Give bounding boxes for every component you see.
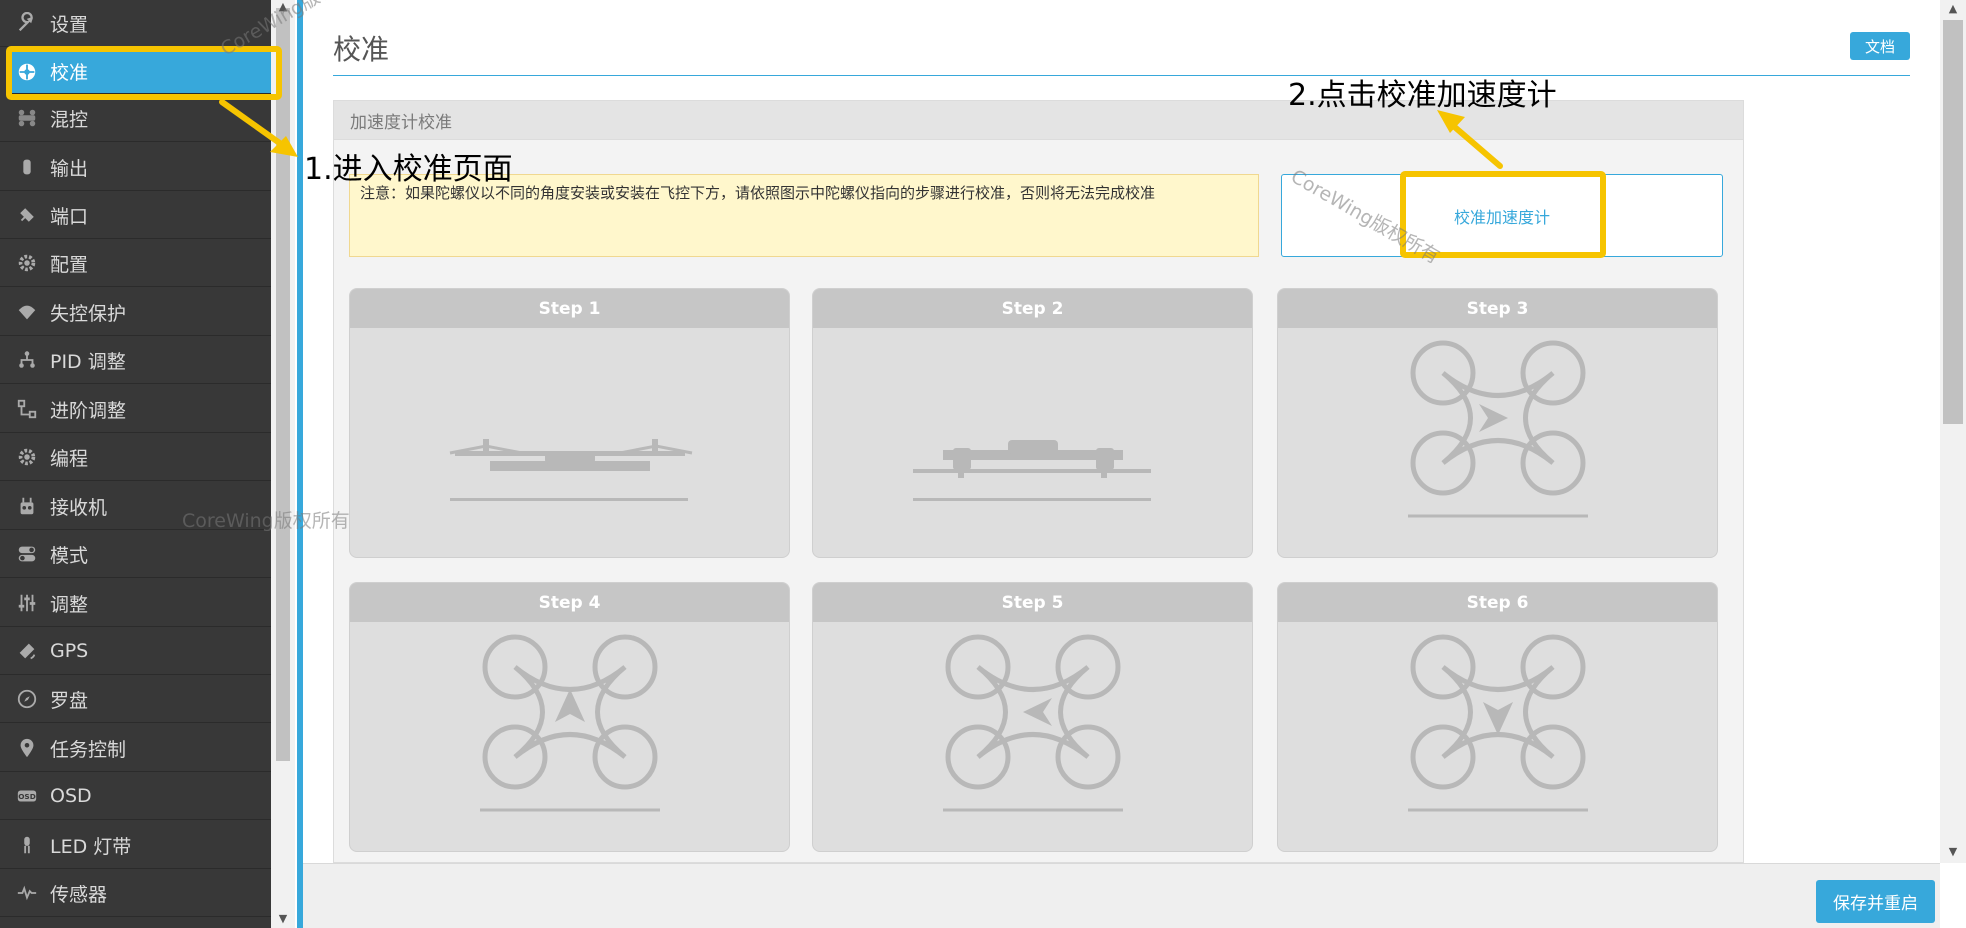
- page-title: 校准: [333, 33, 390, 66]
- scroll-down-arrow-icon[interactable]: ▼: [276, 912, 290, 925]
- wiki-button[interactable]: 文档: [1850, 32, 1910, 60]
- sidebar-item-16[interactable]: 任务控制: [0, 725, 271, 772]
- sidebar-scrollbar-thumb[interactable]: [276, 8, 290, 761]
- step-title: Step 6: [1278, 583, 1717, 622]
- sidebar-item-label: OSD: [50, 785, 92, 807]
- compass-icon: [14, 686, 40, 712]
- gear-icon: [14, 444, 40, 470]
- calibration-step-3: Step 3: [1277, 288, 1718, 558]
- sidebar-item-label: 编程: [50, 447, 89, 470]
- sidebar-item-12[interactable]: 模式: [0, 531, 271, 578]
- step-title: Step 2: [813, 289, 1252, 328]
- sidebar-item-13[interactable]: 调整: [0, 580, 271, 627]
- osd-icon: OSD: [14, 783, 40, 809]
- sidebar-item-5[interactable]: 端口: [0, 192, 271, 239]
- calibration-step-4: Step 4: [349, 582, 790, 852]
- sidebar-item-label: 罗盘: [50, 689, 89, 712]
- sidebar-item-6[interactable]: 配置: [0, 240, 271, 287]
- svg-text:OSD: OSD: [18, 792, 36, 801]
- watermark: CoreWing版权所有: [182, 510, 350, 532]
- calibration-step-2: Step 2: [812, 288, 1253, 558]
- sidebar-item-15[interactable]: 罗盘: [0, 676, 271, 723]
- sidebar: 设置 校准 混控 输出 端口 配置 失控保护 PID 调整 进阶调整 编程 接收机 模式 调整 GPS 罗盘…: [0, 0, 271, 928]
- quadcopter-pose-icon: [480, 634, 660, 812]
- sidebar-item-7[interactable]: 失控保护: [0, 289, 271, 336]
- step-title: Step 3: [1278, 289, 1717, 328]
- sliders-icon: [14, 590, 40, 616]
- sidebar-item-label: 任务控制: [50, 738, 127, 761]
- gear-icon: [14, 250, 40, 276]
- sidebar-item-label: 输出: [50, 157, 89, 180]
- sidebar-item-label: 传感器: [50, 883, 108, 906]
- sidebar-item-label: 进阶调整: [50, 399, 127, 422]
- step-title: Step 4: [350, 583, 789, 622]
- map-pin-icon: [14, 735, 40, 761]
- calibration-step-1: Step 1: [349, 288, 790, 558]
- sidebar-item-18[interactable]: LED 灯带: [0, 822, 271, 869]
- sidebar-item-14[interactable]: GPS: [0, 628, 271, 675]
- sidebar-item-label: 模式: [50, 544, 89, 567]
- annotation-step2: 2.点击校准加速度计: [1288, 78, 1557, 113]
- quadcopter-pose-icon: [1408, 634, 1588, 812]
- sidebar-item-19[interactable]: 传感器: [0, 870, 271, 917]
- step-title: Step 5: [813, 583, 1252, 622]
- scroll-up-arrow-icon[interactable]: ▲: [1943, 2, 1963, 15]
- remote-icon: [14, 493, 40, 519]
- mixer-icon: [14, 105, 40, 131]
- step-title: Step 1: [350, 289, 789, 328]
- sidebar-item-label: LED 灯带: [50, 835, 132, 858]
- sidebar-item-label: 调整: [50, 593, 89, 616]
- pulse-icon: [14, 880, 40, 906]
- sidebar-item-3[interactable]: 混控: [0, 95, 271, 142]
- led-icon: [14, 832, 40, 858]
- sidebar-item-label: 失控保护: [50, 302, 127, 325]
- motor-icon: [14, 154, 40, 180]
- sidebar-item-label: 接收机: [50, 496, 108, 519]
- sidebar-item-10[interactable]: 编程: [0, 434, 271, 481]
- plug-icon: [14, 202, 40, 228]
- sidebar-item-17[interactable]: OSD OSD: [0, 773, 271, 820]
- sidebar-item-label: GPS: [50, 640, 89, 662]
- satellite-icon: [14, 638, 40, 664]
- save-and-reboot-button[interactable]: 保存并重启: [1816, 880, 1935, 923]
- sidebar-item-label: 混控: [50, 108, 89, 131]
- calibration-step-6: Step 6: [1277, 582, 1718, 852]
- sidebar-item-label: PID 调整: [50, 350, 126, 373]
- flow-icon: [14, 396, 40, 422]
- sidebar-item-label: 端口: [50, 205, 89, 228]
- quadcopter-pose-icon: [913, 440, 1151, 501]
- tree-icon: [14, 347, 40, 373]
- sidebar-item-label: 设置: [50, 13, 89, 36]
- annotation-step1: 1.进入校准页面: [304, 152, 513, 187]
- footer-bar: [303, 863, 1940, 928]
- wrench-icon: [14, 10, 40, 36]
- sidebar-item-4[interactable]: 输出: [0, 144, 271, 191]
- sidebar-item-8[interactable]: PID 调整: [0, 337, 271, 384]
- sidebar-item-9[interactable]: 进阶调整: [0, 386, 271, 433]
- title-divider: [333, 75, 1910, 76]
- main-scrollbar-thumb[interactable]: [1943, 20, 1963, 424]
- toggle-icon: [14, 541, 40, 567]
- calibration-step-5: Step 5: [812, 582, 1253, 852]
- quadcopter-pose-icon: [943, 634, 1123, 812]
- quadcopter-pose-icon: [1408, 340, 1588, 518]
- quadcopter-pose-icon: [449, 439, 693, 501]
- sidebar-item-label: 配置: [50, 253, 89, 276]
- parachute-icon: [14, 299, 40, 325]
- scroll-down-arrow-icon[interactable]: ▼: [1943, 845, 1963, 858]
